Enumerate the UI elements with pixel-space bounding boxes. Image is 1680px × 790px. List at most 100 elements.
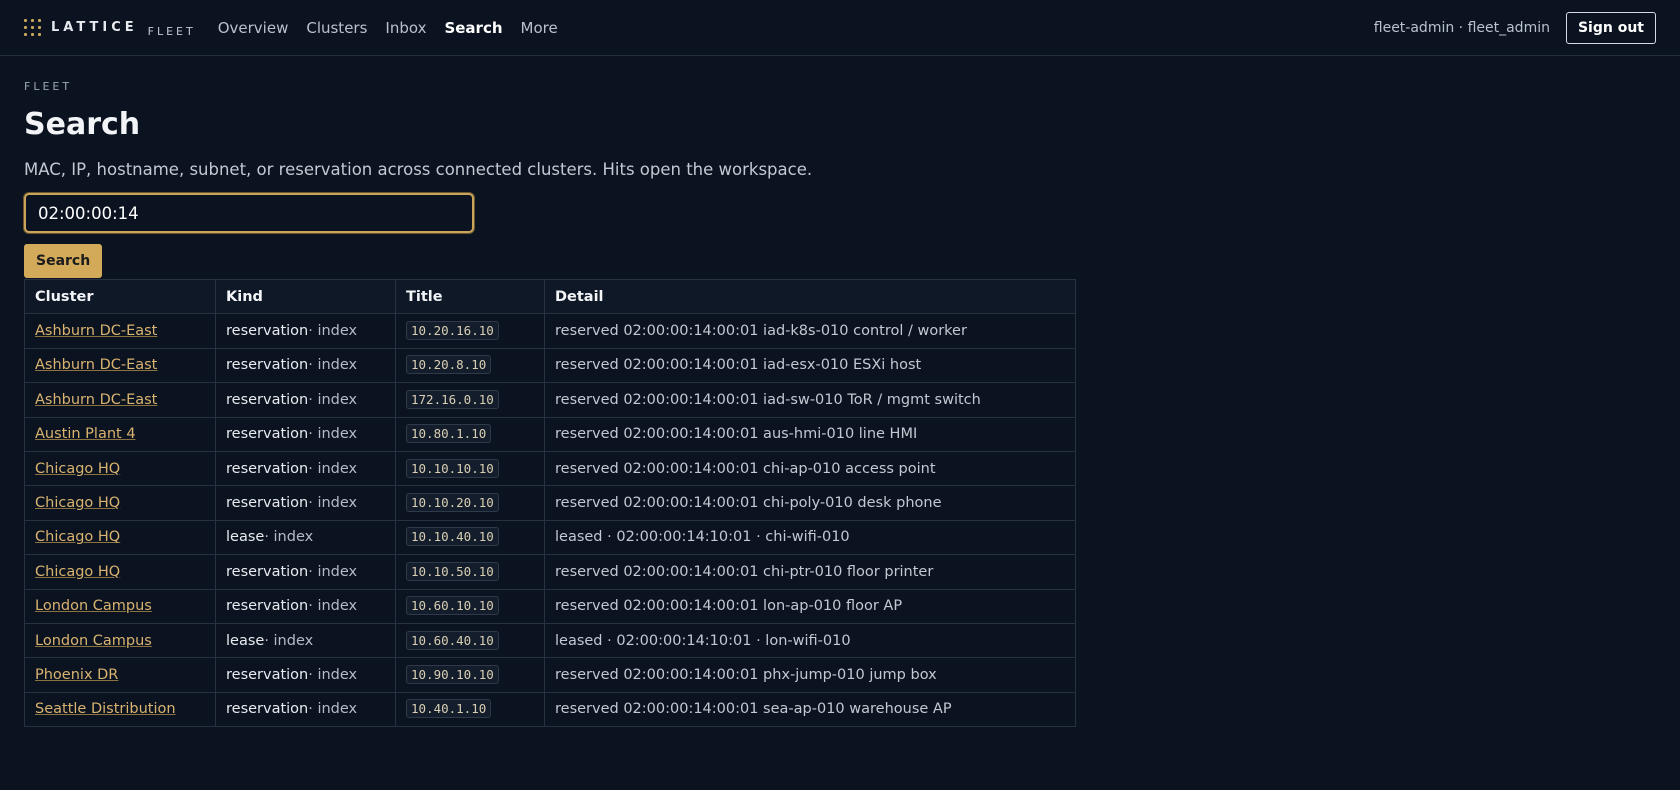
cluster-cell: Chicago HQ	[24, 519, 216, 556]
title-cell: 10.60.10.10	[395, 588, 545, 624]
cluster-link[interactable]: Ashburn DC-East	[35, 323, 157, 339]
detail-cell: leased · 02:00:00:14:10:01 · lon-wifi-01…	[544, 622, 1076, 659]
ip-address: 10.60.10.10	[406, 596, 499, 616]
cluster-link[interactable]: Chicago HQ	[35, 564, 120, 580]
cluster-link[interactable]: Chicago HQ	[35, 495, 120, 511]
ip-address: 10.10.10.10	[406, 458, 499, 478]
detail-cell: reserved 02:00:00:14:00:01 iad-k8s-010 c…	[544, 313, 1076, 349]
kind-label: reservation	[226, 598, 309, 615]
detail-cell: reserved 02:00:00:14:00:01 iad-sw-010 To…	[544, 382, 1076, 418]
kind-source: · index	[264, 529, 314, 546]
title-cell: 10.10.10.10	[395, 450, 545, 487]
cluster-link[interactable]: Ashburn DC-East	[35, 392, 157, 408]
top-bar: LATTICE FLEET Overview Clusters Inbox Se…	[0, 0, 1680, 56]
title-cell: 10.20.16.10	[395, 313, 545, 349]
nav-search[interactable]: Search	[444, 19, 502, 37]
kind-cell: reservation· index	[215, 485, 396, 521]
cluster-cell: Chicago HQ	[24, 554, 216, 590]
cluster-cell: Ashburn DC-East	[24, 313, 216, 349]
cluster-cell: Ashburn DC-East	[24, 347, 216, 384]
kind-cell: reservation· index	[215, 450, 396, 487]
cluster-cell: Phoenix DR	[24, 657, 216, 693]
table-row: Chicago HQ reservation· index 10.10.50.1…	[24, 554, 1076, 590]
title-cell: 10.90.10.10	[395, 657, 545, 693]
ip-address: 172.16.0.10	[406, 389, 499, 409]
title-cell: 10.40.1.10	[395, 691, 545, 728]
page-description: MAC, IP, hostname, subnet, or reservatio…	[24, 160, 813, 179]
kind-label: reservation	[226, 460, 309, 477]
kind-cell: reservation· index	[215, 313, 396, 349]
kind-label: lease	[226, 529, 265, 546]
cluster-link[interactable]: Phoenix DR	[35, 667, 118, 683]
kind-cell: reservation· index	[215, 416, 396, 452]
kind-label: reservation	[226, 495, 309, 512]
ip-address: 10.90.10.10	[406, 664, 499, 684]
kind-cell: reservation· index	[215, 554, 396, 590]
table-row: Chicago HQ lease· index 10.10.40.10 leas…	[24, 519, 1076, 556]
table-row: Ashburn DC-East reservation· index 10.20…	[24, 347, 1076, 384]
title-cell: 10.20.8.10	[395, 347, 545, 384]
kind-cell: reservation· index	[215, 657, 396, 693]
cluster-cell: Austin Plant 4	[24, 416, 216, 452]
kind-cell: reservation· index	[215, 691, 396, 728]
table-row: Ashburn DC-East reservation· index 172.1…	[24, 382, 1076, 418]
sign-out-button[interactable]: Sign out	[1565, 11, 1656, 44]
results-table: Cluster Kind Title Detail Ashburn DC-Eas…	[24, 278, 1076, 728]
kind-label: reservation	[226, 701, 309, 718]
cluster-cell: Chicago HQ	[24, 485, 216, 521]
kind-label: reservation	[226, 426, 309, 443]
kind-source: · index	[308, 495, 358, 512]
detail-cell: reserved 02:00:00:14:00:01 lon-ap-010 fl…	[544, 588, 1076, 624]
table-row: London Campus lease· index 10.60.40.10 l…	[24, 622, 1076, 659]
column-header-detail: Detail	[544, 278, 1076, 315]
main-content: FLEET Search MAC, IP, hostname, subnet, …	[0, 56, 1680, 728]
user-area: fleet-admin · fleet_admin Sign out	[1374, 11, 1656, 44]
nav-overview[interactable]: Overview	[218, 19, 289, 37]
ip-address: 10.20.16.10	[406, 321, 499, 341]
table-row: London Campus reservation· index 10.60.1…	[24, 588, 1076, 624]
cluster-link[interactable]: Seattle Distribution	[35, 701, 176, 717]
brand[interactable]: LATTICE FLEET	[24, 17, 196, 38]
cluster-link[interactable]: London Campus	[35, 598, 152, 614]
detail-cell: reserved 02:00:00:14:00:01 sea-ap-010 wa…	[544, 691, 1076, 728]
table-row: Chicago HQ reservation· index 10.10.20.1…	[24, 485, 1076, 521]
kind-source: · index	[308, 701, 358, 718]
kind-source: · index	[308, 666, 358, 683]
kind-source: · index	[308, 391, 358, 408]
cluster-link[interactable]: Ashburn DC-East	[35, 357, 157, 373]
cluster-cell: London Campus	[24, 588, 216, 624]
column-header-kind: Kind	[215, 278, 396, 315]
cluster-cell: Chicago HQ	[24, 450, 216, 487]
brand-subtitle: FLEET	[147, 25, 196, 38]
title-cell: 10.80.1.10	[395, 416, 545, 452]
brand-name: LATTICE	[51, 20, 138, 35]
nav-clusters[interactable]: Clusters	[306, 19, 367, 37]
ip-address: 10.10.50.10	[406, 561, 499, 581]
detail-cell: reserved 02:00:00:14:00:01 chi-ap-010 ac…	[544, 450, 1076, 487]
nav-inbox[interactable]: Inbox	[385, 19, 426, 37]
cluster-link[interactable]: Chicago HQ	[35, 529, 120, 545]
detail-cell: leased · 02:00:00:14:10:01 · chi-wifi-01…	[544, 519, 1076, 556]
column-header-title: Title	[395, 278, 545, 315]
title-cell: 172.16.0.10	[395, 382, 545, 418]
cluster-cell: Seattle Distribution	[24, 691, 216, 728]
nav-more[interactable]: More	[521, 19, 558, 37]
search-input[interactable]	[24, 193, 474, 233]
kind-label: reservation	[226, 563, 309, 580]
kind-source: · index	[308, 563, 358, 580]
title-cell: 10.10.20.10	[395, 485, 545, 521]
kind-source: · index	[308, 460, 358, 477]
table-row: Seattle Distribution reservation· index …	[24, 691, 1076, 728]
kind-label: reservation	[226, 391, 309, 408]
cluster-link[interactable]: Chicago HQ	[35, 461, 120, 477]
kind-label: reservation	[226, 357, 309, 374]
cluster-link[interactable]: Austin Plant 4	[35, 426, 136, 442]
ip-address: 10.10.20.10	[406, 493, 499, 513]
title-cell: 10.10.40.10	[395, 519, 545, 556]
table-header-row: Cluster Kind Title Detail	[24, 278, 1076, 315]
kind-source: · index	[308, 323, 358, 340]
cluster-link[interactable]: London Campus	[35, 633, 152, 649]
cluster-cell: Ashburn DC-East	[24, 382, 216, 418]
page-eyebrow: FLEET	[24, 80, 73, 93]
search-button[interactable]: Search	[24, 244, 103, 278]
